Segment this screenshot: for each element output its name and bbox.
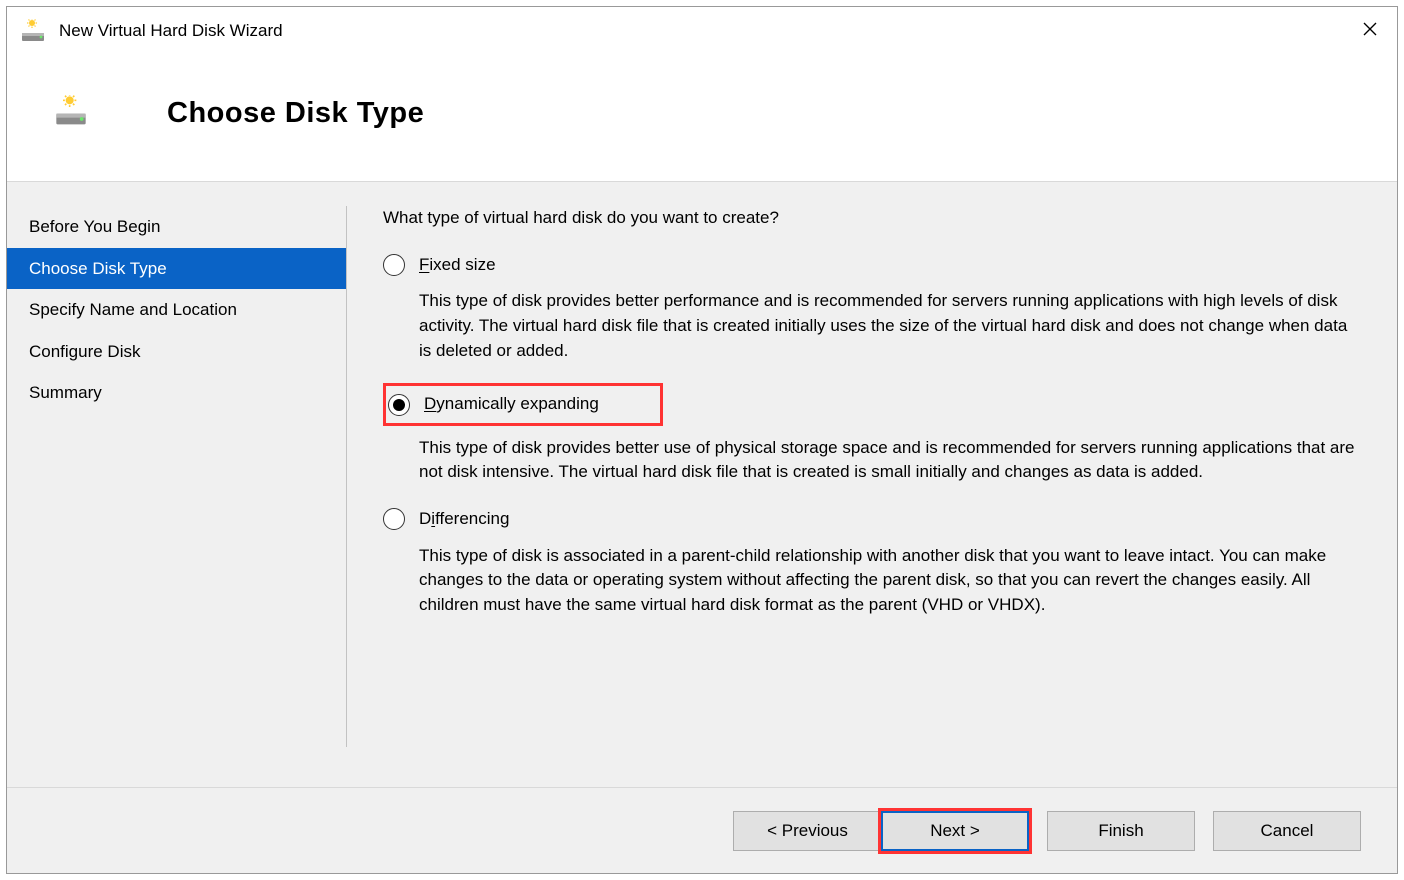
step-summary[interactable]: Summary: [7, 372, 347, 414]
option-label: Differencing: [419, 507, 509, 532]
sidebar-divider: [346, 206, 347, 747]
option-description: This type of disk provides better use of…: [419, 436, 1359, 485]
prev-next-group: < Previous Next >: [733, 811, 1029, 851]
radio-icon: [388, 394, 410, 416]
step-specify-name-location[interactable]: Specify Name and Location: [7, 289, 347, 331]
wizard-window: New Virtual Hard Disk Wizard: [6, 6, 1398, 874]
window-title: New Virtual Hard Disk Wizard: [59, 21, 1347, 41]
disk-wizard-header-icon: [55, 95, 91, 131]
option-label: Dynamically expanding: [424, 392, 599, 417]
radio-differencing[interactable]: Differencing: [383, 505, 1361, 534]
radio-fixed-size[interactable]: Fixed size: [383, 251, 1361, 280]
wizard-sidebar: Before You Begin Choose Disk Type Specif…: [7, 182, 347, 787]
finish-button[interactable]: Finish: [1047, 811, 1195, 851]
cancel-button[interactable]: Cancel: [1213, 811, 1361, 851]
step-choose-disk-type[interactable]: Choose Disk Type: [7, 248, 347, 290]
option-fixed-size: Fixed size This type of disk provides be…: [383, 251, 1361, 364]
radio-dynamically-expanding[interactable]: Dynamically expanding: [383, 383, 663, 426]
disk-type-question: What type of virtual hard disk do you wa…: [383, 206, 1361, 231]
radio-icon: [383, 508, 405, 530]
wizard-footer: < Previous Next > Finish Cancel: [7, 787, 1397, 873]
option-description: This type of disk provides better perfor…: [419, 289, 1359, 363]
titlebar: New Virtual Hard Disk Wizard: [7, 7, 1397, 55]
close-icon: [1363, 22, 1377, 41]
option-label: Fixed size: [419, 253, 496, 278]
page-title: Choose Disk Type: [167, 97, 424, 130]
step-before-you-begin[interactable]: Before You Begin: [7, 206, 347, 248]
step-configure-disk[interactable]: Configure Disk: [7, 331, 347, 373]
next-button[interactable]: Next >: [881, 811, 1029, 851]
wizard-content: What type of virtual hard disk do you wa…: [347, 182, 1397, 787]
previous-button[interactable]: < Previous: [733, 811, 881, 851]
disk-wizard-icon: [21, 19, 45, 43]
radio-icon: [383, 254, 405, 276]
close-button[interactable]: [1347, 15, 1393, 47]
wizard-body: Before You Begin Choose Disk Type Specif…: [7, 181, 1397, 787]
option-description: This type of disk is associated in a par…: [419, 544, 1359, 618]
wizard-header: Choose Disk Type: [7, 55, 1397, 181]
option-dynamically-expanding: Dynamically expanding This type of disk …: [383, 383, 1361, 485]
option-differencing: Differencing This type of disk is associ…: [383, 505, 1361, 618]
